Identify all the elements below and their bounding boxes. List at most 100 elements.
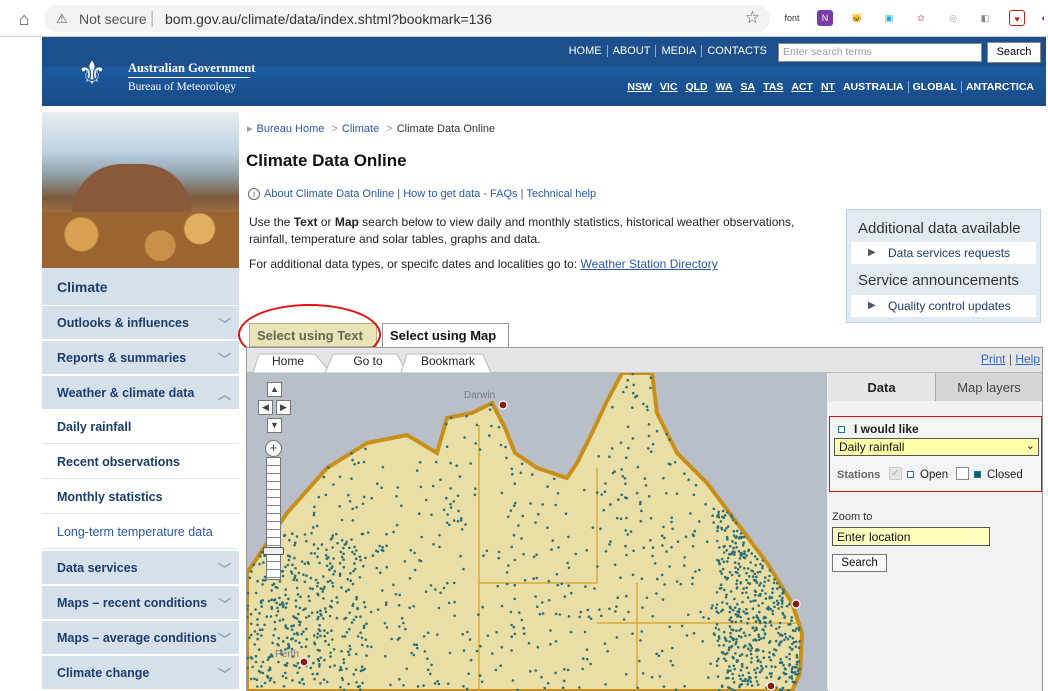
station-dot[interactable] (668, 565, 671, 568)
station-dot[interactable] (532, 555, 536, 559)
station-dot[interactable] (359, 558, 362, 562)
station-dot[interactable] (468, 638, 472, 641)
station-dot[interactable] (396, 486, 400, 489)
station-dot[interactable] (350, 477, 353, 480)
station-dot[interactable] (757, 638, 761, 642)
station-dot[interactable] (319, 587, 323, 590)
station-dot[interactable] (338, 475, 342, 479)
station-dot[interactable] (687, 478, 690, 482)
station-dot[interactable] (733, 667, 736, 671)
station-dot[interactable] (338, 561, 342, 565)
station-dot[interactable] (730, 573, 734, 577)
station-dot[interactable] (768, 651, 771, 654)
station-dot[interactable] (773, 605, 776, 609)
station-dot[interactable] (781, 634, 784, 637)
station-dot[interactable] (362, 624, 366, 628)
station-dot[interactable] (756, 659, 759, 663)
station-dot[interactable] (566, 561, 569, 565)
station-dot[interactable] (474, 487, 477, 490)
station-dot[interactable] (715, 603, 719, 606)
station-dot[interactable] (563, 668, 566, 671)
station-dot[interactable] (784, 680, 788, 683)
station-dot[interactable] (724, 659, 728, 663)
station-dot[interactable] (765, 676, 769, 679)
tv-extension-icon[interactable]: ▣ (881, 10, 897, 26)
station-dot[interactable] (384, 603, 388, 607)
station-dot[interactable] (345, 540, 348, 544)
station-dot[interactable] (325, 680, 329, 684)
station-dot[interactable] (692, 631, 696, 635)
station-dot[interactable] (691, 544, 695, 548)
station-dot[interactable] (632, 383, 635, 387)
station-dot[interactable] (494, 668, 498, 672)
station-dot[interactable] (513, 632, 517, 636)
station-dot[interactable] (323, 634, 326, 638)
station-dot[interactable] (578, 686, 581, 689)
station-dot[interactable] (731, 628, 735, 632)
station-dot[interactable] (307, 614, 311, 618)
station-dot[interactable] (582, 657, 585, 660)
sidebar-item-weather-data[interactable]: Weather & climate data ︿ (42, 375, 239, 409)
station-dot[interactable] (291, 563, 294, 567)
station-dot[interactable] (381, 589, 384, 592)
station-dot[interactable] (256, 623, 259, 627)
station-dot[interactable] (395, 495, 398, 498)
location-search-button[interactable]: Search (832, 554, 887, 572)
pan-down-icon[interactable]: ▼ (267, 418, 282, 433)
station-dot[interactable] (513, 482, 517, 486)
station-dot[interactable] (329, 655, 332, 658)
station-dot[interactable] (754, 671, 758, 675)
station-dot[interactable] (293, 543, 296, 547)
station-dot[interactable] (449, 506, 453, 509)
station-dot[interactable] (299, 620, 302, 624)
station-dot[interactable] (759, 562, 762, 566)
station-dot[interactable] (452, 581, 456, 585)
station-dot[interactable] (509, 610, 513, 614)
station-dot[interactable] (269, 615, 273, 618)
station-dot[interactable] (523, 578, 527, 582)
station-dot[interactable] (417, 512, 421, 515)
station-dot[interactable] (290, 628, 294, 631)
station-dot[interactable] (625, 553, 628, 557)
station-dot[interactable] (361, 681, 364, 685)
station-dot[interactable] (547, 579, 551, 583)
station-dot[interactable] (738, 565, 742, 568)
station-dot[interactable] (294, 605, 298, 608)
station-dot[interactable] (750, 646, 754, 650)
station-dot[interactable] (755, 557, 759, 561)
station-dot[interactable] (742, 541, 745, 544)
station-dot[interactable] (567, 566, 571, 570)
station-dot[interactable] (581, 667, 584, 671)
station-dot[interactable] (749, 676, 752, 680)
station-dot[interactable] (631, 391, 635, 395)
station-dot[interactable] (284, 593, 287, 597)
station-dot[interactable] (278, 596, 281, 600)
station-dot[interactable] (608, 607, 611, 611)
station-dot[interactable] (360, 643, 364, 647)
sidebar-sub-daily-rainfall[interactable]: Daily rainfall (42, 410, 239, 444)
station-dot[interactable] (671, 646, 674, 650)
station-dot[interactable] (398, 593, 401, 597)
station-dot[interactable] (797, 646, 801, 649)
station-dot[interactable] (352, 673, 356, 676)
station-dot[interactable] (299, 595, 302, 599)
station-dot[interactable] (729, 514, 733, 517)
station-dot[interactable] (284, 624, 287, 627)
station-dot[interactable] (510, 467, 514, 471)
station-dot[interactable] (782, 590, 785, 594)
nav-nt[interactable]: NT (817, 81, 839, 93)
station-dot[interactable] (670, 516, 673, 520)
station-dot[interactable] (797, 660, 801, 663)
station-dot[interactable] (775, 582, 779, 585)
station-dot[interactable] (385, 544, 388, 548)
station-dot[interactable] (734, 620, 738, 624)
station-dot[interactable] (778, 621, 782, 625)
station-dot[interactable] (624, 482, 627, 486)
station-marker-perth[interactable] (299, 657, 309, 667)
station-dot[interactable] (497, 556, 501, 560)
station-dot[interactable] (719, 583, 723, 586)
station-dot[interactable] (295, 586, 299, 590)
station-dot[interactable] (282, 534, 286, 538)
station-dot[interactable] (550, 548, 553, 551)
station-dot[interactable] (755, 655, 759, 659)
